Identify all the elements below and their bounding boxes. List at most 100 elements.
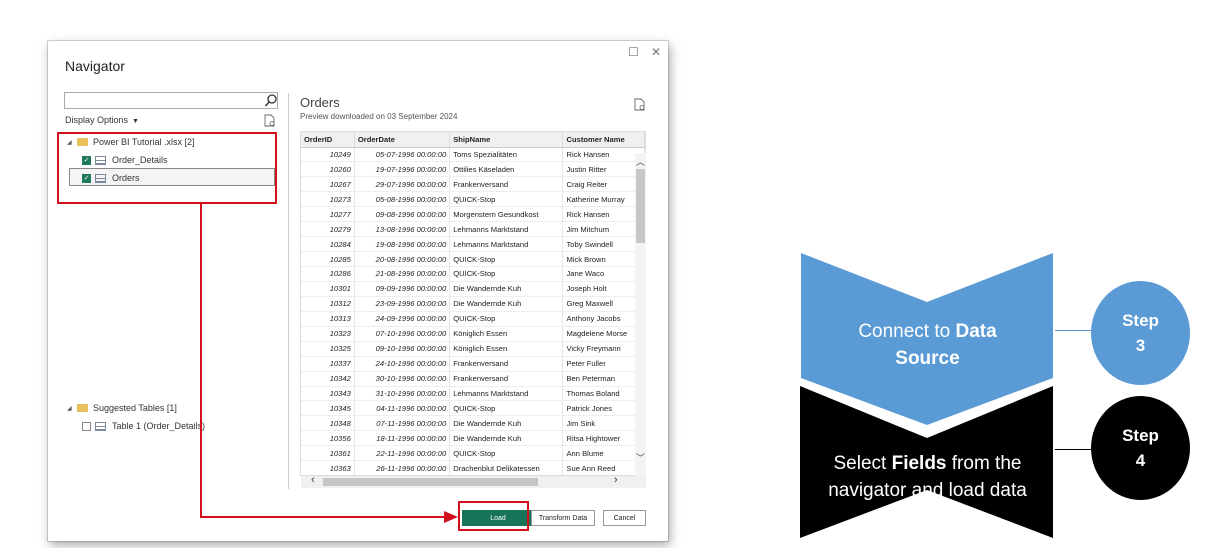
column-header[interactable]: OrderDate bbox=[354, 132, 451, 148]
table-cell: 10342 bbox=[301, 371, 355, 387]
table-cell: Justin Ritter bbox=[562, 161, 645, 178]
search-icon[interactable] bbox=[264, 93, 278, 108]
table-cell: Jane Waco bbox=[562, 266, 645, 282]
table-cell: 10348 bbox=[301, 415, 355, 432]
pane-divider[interactable] bbox=[288, 93, 289, 489]
step-label: Step bbox=[1122, 426, 1159, 445]
tree-item-table-1[interactable]: Table 1 (Order_Details) bbox=[82, 418, 205, 434]
annotation-connector-line bbox=[200, 203, 202, 518]
table-cell: Sue Ann Reed bbox=[562, 460, 645, 475]
table-cell: QUICK-Stop bbox=[449, 266, 564, 282]
table-cell: 10337 bbox=[301, 356, 355, 372]
scroll-left-icon[interactable]: ‹ bbox=[311, 474, 315, 486]
close-icon[interactable]: ✕ bbox=[651, 45, 661, 59]
table-cell: 31-10-1996 00:00:00 bbox=[354, 386, 451, 402]
table-cell: Lehmanns Marktstand bbox=[449, 221, 564, 238]
annotation-arrow-icon bbox=[444, 511, 458, 523]
table-cell: Craig Reiter bbox=[562, 176, 645, 193]
table-cell: 10312 bbox=[301, 296, 355, 312]
table-cell: Jim Mitchum bbox=[562, 221, 645, 238]
table-row: 10342 30-10-1996 00:00:00 Frankenversand Be… bbox=[301, 371, 645, 387]
table-cell: Toms Spezialitäten bbox=[449, 147, 564, 163]
table-cell: 05-07-1996 00:00:00 bbox=[354, 147, 451, 163]
table-cell: Mick Brown bbox=[562, 251, 645, 267]
table-cell: 10361 bbox=[301, 445, 355, 462]
table-row: 10301 09-09-1996 00:00:00 Die Wandernde Ku… bbox=[301, 281, 645, 297]
table-cell: Ritsa Hightower bbox=[562, 430, 645, 447]
table-cell: Vicky Freymann bbox=[562, 341, 645, 357]
step-4-badge: Step 4 bbox=[1091, 396, 1190, 500]
table-cell: QUICK-Stop bbox=[449, 191, 564, 208]
table-cell: 10325 bbox=[301, 341, 355, 357]
suggested-root-label: Suggested Tables [1] bbox=[93, 403, 177, 413]
scroll-right-icon[interactable]: › bbox=[614, 474, 618, 486]
preview-subtitle: Preview downloaded on 03 September 2024 bbox=[300, 112, 458, 121]
table-cell: 10343 bbox=[301, 386, 355, 402]
table-cell: QUICK-Stop bbox=[449, 400, 564, 417]
expand-triangle-icon[interactable]: ◢ bbox=[67, 405, 77, 412]
table-cell: 05-08-1996 00:00:00 bbox=[354, 191, 451, 208]
table-cell: QUICK-Stop bbox=[449, 311, 564, 327]
display-options-label: Display Options bbox=[65, 115, 129, 125]
step-4-description: Select Fields from the navigator and loa… bbox=[803, 450, 1052, 504]
table-cell: 09-09-1996 00:00:00 bbox=[354, 281, 451, 297]
table-row: 10348 07-11-1996 00:00:00 Die Wandernde Ku… bbox=[301, 415, 645, 432]
table-row: 10312 23-09-1996 00:00:00 Die Wandernde Ku… bbox=[301, 296, 645, 312]
chevron-down-icon: ▼ bbox=[132, 118, 139, 125]
table-cell: Patrick Jones bbox=[562, 400, 645, 417]
table-row: 10337 24-10-1996 00:00:00 Frankenversand Pe… bbox=[301, 356, 645, 372]
table-row: 10285 20-08-1996 00:00:00 QUICK-Stop Mick B… bbox=[301, 251, 645, 267]
table-cell: 10260 bbox=[301, 161, 355, 178]
table-cell: Lehmanns Marktstand bbox=[449, 236, 564, 253]
table-cell: Frankenversand bbox=[449, 176, 564, 193]
navigator-window: ☐ ✕ Navigator Display Options ▼ ◢ Power B… bbox=[48, 41, 668, 541]
cancel-button[interactable]: Cancel bbox=[603, 510, 646, 526]
table-row: 10286 21-08-1996 00:00:00 QUICK-Stop Jane W… bbox=[301, 266, 645, 282]
search-input[interactable] bbox=[64, 92, 278, 109]
table-cell: Greg Maxwell bbox=[562, 296, 645, 312]
step-3-text: Connect to bbox=[858, 321, 956, 342]
table-cell: Die Wandernde Kuh bbox=[449, 415, 564, 432]
table-cell: Jim Sink bbox=[562, 415, 645, 432]
tree-root-suggested[interactable]: ◢ Suggested Tables [1] bbox=[67, 400, 177, 416]
tutorial-slide: ☐ ✕ Navigator Display Options ▼ ◢ Power B… bbox=[0, 0, 1216, 548]
scroll-down-icon[interactable]: ﹀ bbox=[635, 451, 646, 464]
table-icon bbox=[95, 421, 106, 431]
refresh-file-icon[interactable] bbox=[264, 114, 276, 127]
transform-data-button[interactable]: Transform Data bbox=[531, 510, 595, 526]
table-cell: 10249 bbox=[301, 147, 355, 163]
scroll-up-icon[interactable]: ︿ bbox=[635, 155, 646, 168]
table-cell: 19-08-1996 00:00:00 bbox=[354, 236, 451, 253]
checkbox-unchecked-icon[interactable] bbox=[82, 421, 91, 431]
table-cell: 29-07-1996 00:00:00 bbox=[354, 176, 451, 193]
table-cell: Königlich Essen bbox=[449, 326, 564, 342]
table-row: 10345 04-11-1996 00:00:00 QUICK-Stop Patric… bbox=[301, 400, 645, 417]
navigator-title: Navigator bbox=[65, 58, 125, 74]
table-cell: 04-11-1996 00:00:00 bbox=[354, 400, 451, 417]
table-cell: Frankenversand bbox=[449, 356, 564, 372]
table-cell: QUICK-Stop bbox=[449, 251, 564, 267]
table-cell: 07-11-1996 00:00:00 bbox=[354, 415, 451, 432]
table-row: 10363 26-11-1996 00:00:00 Drachenblut Deli… bbox=[301, 460, 645, 475]
table-row: 10323 07-10-1996 00:00:00 Königlich Essen M… bbox=[301, 326, 645, 342]
horizontal-scroll-thumb[interactable] bbox=[323, 478, 538, 486]
step-3-connector bbox=[1055, 330, 1091, 331]
table-row: 10325 09-10-1996 00:00:00 Königlich Essen V… bbox=[301, 341, 645, 357]
table-cell: 10323 bbox=[301, 326, 355, 342]
table-row: 10249 05-07-1996 00:00:00 Toms Spezialität… bbox=[301, 147, 645, 163]
vertical-scroll-thumb[interactable] bbox=[636, 169, 645, 243]
table-cell: Joseph Holt bbox=[562, 281, 645, 297]
refresh-file-icon[interactable] bbox=[634, 98, 646, 111]
table-cell: Rick Hansen bbox=[562, 206, 645, 223]
folder-icon bbox=[77, 404, 88, 412]
column-header[interactable]: OrderID bbox=[301, 132, 355, 148]
display-options-button[interactable]: Display Options ▼ bbox=[65, 115, 139, 125]
maximize-icon[interactable]: ☐ bbox=[628, 45, 639, 59]
step-3-badge: Step 3 bbox=[1091, 281, 1190, 385]
table-cell: Die Wandernde Kuh bbox=[449, 430, 564, 447]
column-header[interactable]: Customer Name bbox=[562, 132, 645, 148]
table-cell: Rick Hansen bbox=[562, 147, 645, 163]
column-header[interactable]: ShipName bbox=[449, 132, 564, 148]
table-cell: 10286 bbox=[301, 266, 355, 282]
table-row: 10356 18-11-1996 00:00:00 Die Wandernde Ku… bbox=[301, 430, 645, 447]
